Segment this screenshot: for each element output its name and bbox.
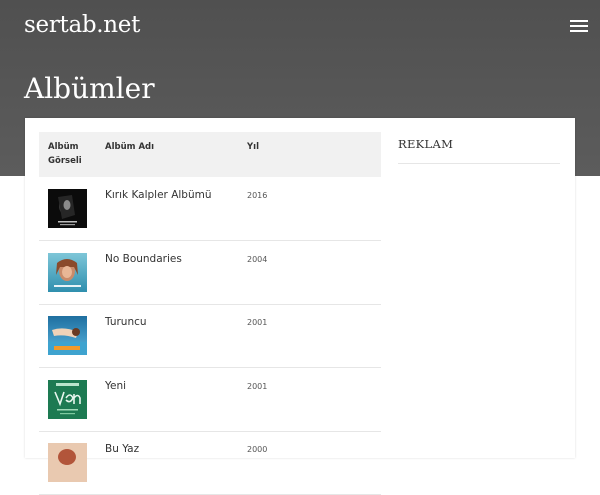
album-name[interactable]: Bu Yaz [105, 443, 139, 455]
album-year: 2001 [247, 318, 268, 327]
hamburger-menu-icon[interactable] [570, 19, 588, 33]
album-cover-thumbnail[interactable] [48, 443, 87, 482]
site-logo[interactable]: sertab.net [24, 12, 140, 38]
table-row: Turuncu 2001 [39, 304, 381, 368]
album-year: 2001 [247, 382, 268, 391]
album-year: 2016 [247, 191, 268, 200]
table-row: Bu Yaz 2000 [39, 431, 381, 495]
album-cover-thumbnail[interactable] [48, 189, 87, 228]
ad-divider [398, 163, 560, 164]
album-name[interactable]: No Boundaries [105, 253, 182, 265]
album-cover-thumbnail[interactable] [48, 316, 87, 355]
album-name[interactable]: Yeni [105, 380, 126, 392]
content-card: Albüm Görseli Albüm Adı Yıl Kırık Kalple… [25, 118, 575, 495]
column-header-year: Yıl [247, 142, 259, 152]
table-header: Albüm Görseli Albüm Adı Yıl [39, 132, 381, 177]
ad-section-title: REKLAM [398, 137, 454, 151]
table-row: No Boundaries 2004 [39, 241, 381, 305]
album-name[interactable]: Turuncu [105, 316, 147, 328]
column-header-cover: Albüm Görseli [48, 142, 82, 166]
album-cover-thumbnail[interactable] [48, 253, 87, 292]
album-year: 2004 [247, 255, 268, 264]
table-row: Yeni 2001 [39, 368, 381, 432]
page-title: Albümler [24, 72, 155, 105]
table-row: Kırık Kalpler Albümü 2016 [39, 177, 381, 241]
album-cover-thumbnail[interactable] [48, 380, 87, 419]
column-header-name: Albüm Adı [105, 142, 155, 152]
album-name[interactable]: Kırık Kalpler Albümü [105, 189, 212, 201]
